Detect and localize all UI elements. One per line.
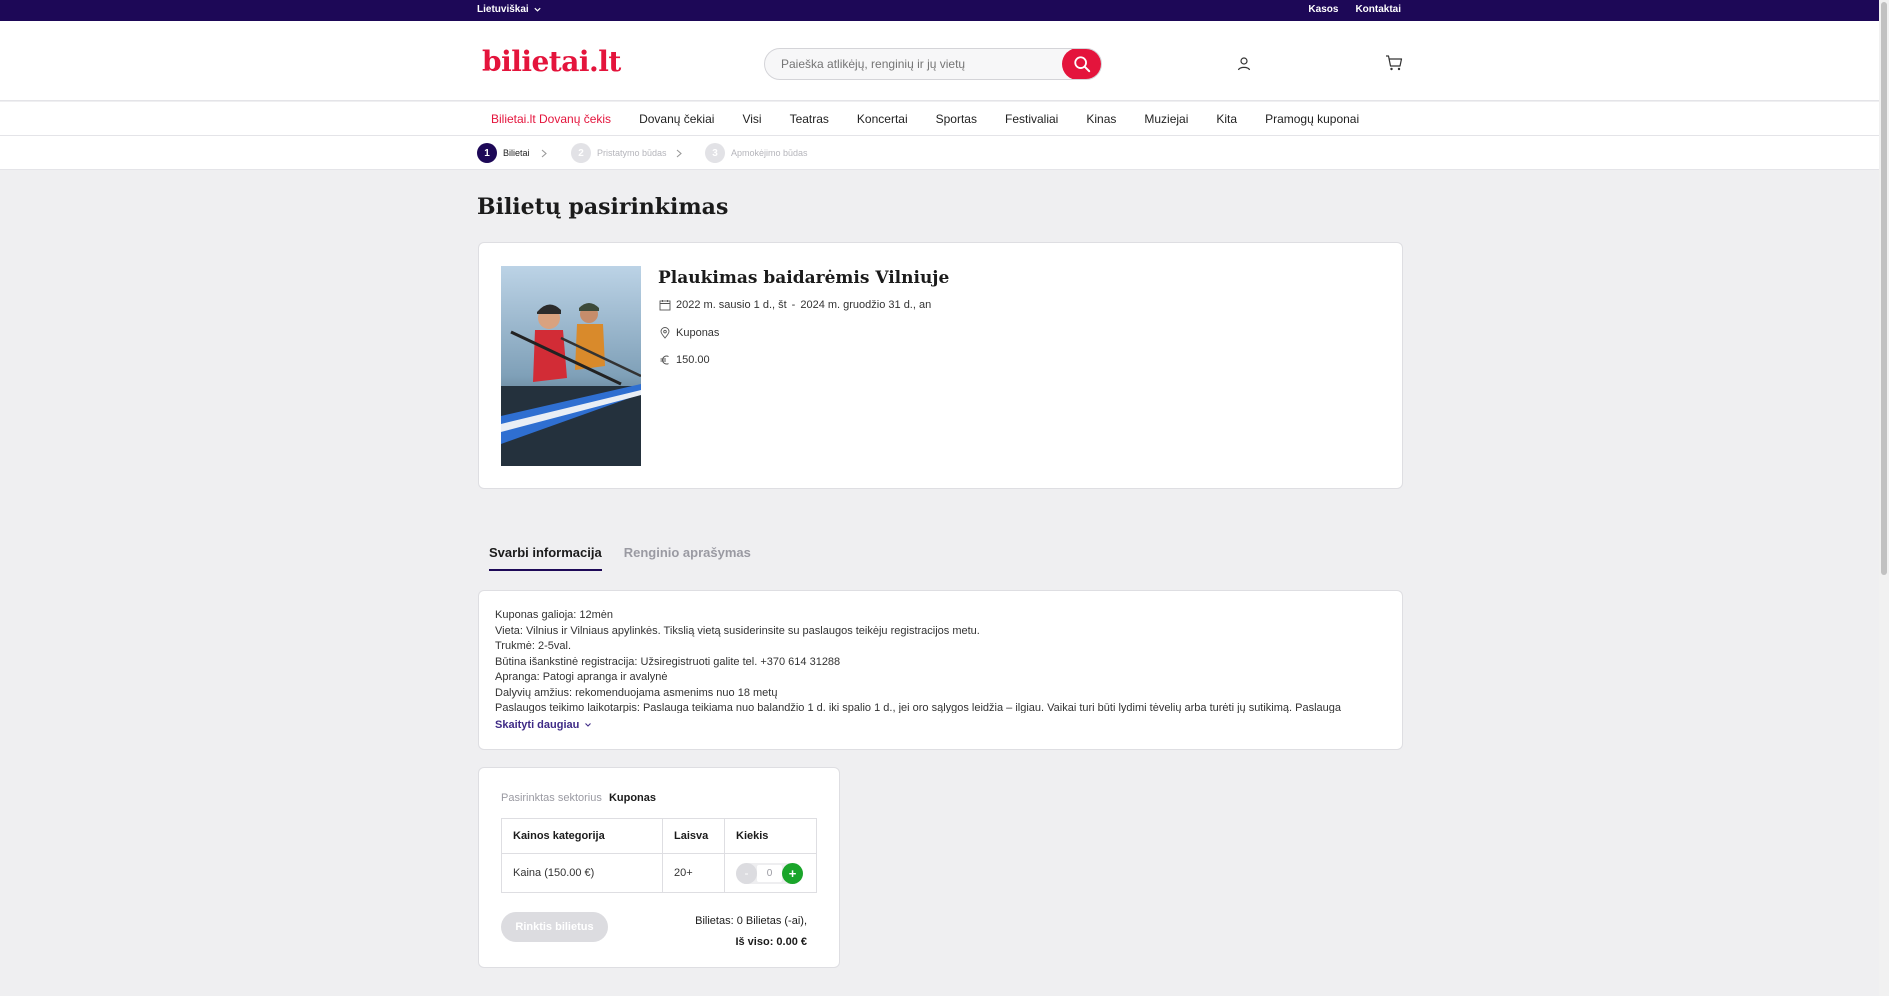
search-button[interactable] xyxy=(1062,49,1101,79)
logo-dot: . xyxy=(589,45,599,78)
step-delivery: 2 Pristatymo būdas xyxy=(571,143,667,163)
search-icon xyxy=(1074,56,1091,73)
chevron-right-icon xyxy=(541,149,547,158)
step-number: 3 xyxy=(705,143,725,163)
logo-tld: lt xyxy=(598,45,621,78)
price-category: Kaina (150.00 €) xyxy=(501,853,663,893)
quantity-cell: - 0 + xyxy=(724,853,817,893)
logo-text: bilietai xyxy=(482,45,590,78)
event-date-start: 2022 m. sausio 1 d., št xyxy=(676,299,787,311)
event-venue-label: Kuponas xyxy=(676,327,720,339)
kasos-link[interactable]: Kasos xyxy=(1308,4,1338,15)
nav-item-gift-check[interactable]: Bilietai.lt Dovanų čekis xyxy=(491,112,611,126)
language-label: Lietuviškai xyxy=(477,4,529,15)
event-price: 150.00 xyxy=(659,354,710,366)
chevron-right-icon xyxy=(676,149,682,158)
nav-item-museums[interactable]: Muziejai xyxy=(1144,112,1188,126)
top-bar: Lietuviškai Kasos Kontaktai xyxy=(0,0,1879,21)
site-header: bilietai.lt xyxy=(0,21,1879,101)
tab-event-description[interactable]: Renginio aprašymas xyxy=(624,545,751,571)
calendar-icon xyxy=(659,300,671,311)
order-summary: Bilietas: 0 Bilietas (-ai), Iš viso: 0.0… xyxy=(695,911,807,953)
step-label: Bilietai xyxy=(503,148,530,158)
nav-item-theatre[interactable]: Teatras xyxy=(790,112,829,126)
step-payment: 3 Apmokėjimo būdas xyxy=(705,143,808,163)
info-text: Kuponas galioja: 12mėn Vieta: Vilnius ir… xyxy=(495,608,1385,713)
chevron-down-icon xyxy=(534,7,541,12)
main-nav: Bilietai.lt Dovanų čekis Dovanų čekiai V… xyxy=(0,102,1879,136)
info-tabs: Svarbi informacija Renginio aprašymas xyxy=(489,545,751,571)
step-label: Pristatymo būdas xyxy=(597,148,667,158)
nav-item-concerts[interactable]: Koncertai xyxy=(857,112,908,126)
info-line: Dalyvių amžius: rekomenduojama asmenims … xyxy=(495,686,778,699)
ticket-selection-card: Pasirinktas sektorius Kuponas Kainos kat… xyxy=(478,767,840,968)
nav-item-festivals[interactable]: Festivaliai xyxy=(1005,112,1058,126)
info-line: Vieta: Vilnius ir Vilniaus apylinkės. Ti… xyxy=(495,624,980,637)
step-number: 2 xyxy=(571,143,591,163)
column-header: Laisva xyxy=(662,818,725,854)
quantity-value[interactable]: 0 xyxy=(757,864,782,882)
site-logo[interactable]: bilietai.lt xyxy=(482,45,621,78)
nav-item-all[interactable]: Visi xyxy=(742,112,761,126)
table-row: Kaina (150.00 €) 20+ - 0 + xyxy=(501,853,817,893)
nav-item-coupons[interactable]: Pramogų kuponai xyxy=(1265,112,1359,126)
euro-icon xyxy=(660,355,669,365)
selected-sector: Pasirinktas sektorius Kuponas xyxy=(501,792,656,804)
sector-label: Pasirinktas sektorius xyxy=(501,792,602,804)
user-icon[interactable] xyxy=(1236,56,1252,72)
nav-item-sports[interactable]: Sportas xyxy=(936,112,977,126)
event-date-separator: - xyxy=(791,299,796,311)
table-header-row: Kainos kategorija Laisva Kiekis xyxy=(501,818,817,854)
read-more-label: Skaityti daugiau xyxy=(495,719,580,731)
nav-item-gift-checks[interactable]: Dovanų čekiai xyxy=(639,112,714,126)
language-selector[interactable]: Lietuviškai xyxy=(477,4,542,15)
choose-tickets-button[interactable]: Rinktis bilietus xyxy=(501,912,608,942)
quantity-stepper: - 0 + xyxy=(736,862,803,884)
info-line: Apranga: Patogi apranga ir avalynė xyxy=(495,671,668,683)
column-header: Kiekis xyxy=(724,818,817,854)
info-line: Kuponas galioja: 12mėn xyxy=(495,609,614,621)
column-header: Kainos kategorija xyxy=(501,818,663,854)
price-table: Kainos kategorija Laisva Kiekis Kaina (1… xyxy=(501,818,817,893)
location-pin-icon xyxy=(660,327,670,339)
chevron-down-icon xyxy=(585,723,592,727)
tab-important-info[interactable]: Svarbi informacija xyxy=(489,545,602,571)
search-input[interactable] xyxy=(781,49,1051,79)
important-info-card: Kuponas galioja: 12mėn Vieta: Vilnius ir… xyxy=(478,590,1403,750)
event-dates: 2022 m. sausio 1 d., št - 2024 m. gruodž… xyxy=(659,299,931,311)
cart-icon[interactable] xyxy=(1385,54,1403,72)
info-line: Trukmė: 2-5val. xyxy=(495,640,572,652)
availability: 20+ xyxy=(662,853,725,893)
event-title: Plaukimas baidarėmis Vilniuje xyxy=(658,268,950,288)
sector-value: Kuponas xyxy=(608,792,656,804)
order-total: Iš viso: 0.00 € xyxy=(735,936,807,948)
increase-button[interactable]: + xyxy=(782,862,803,884)
nav-item-cinema[interactable]: Kinas xyxy=(1086,112,1116,126)
info-line: Paslaugos teikimo laikotarpis: Paslauga … xyxy=(495,702,1342,713)
decrease-button[interactable]: - xyxy=(736,862,757,884)
search-bar xyxy=(764,48,1102,80)
step-number: 1 xyxy=(477,143,497,163)
step-label: Apmokėjimo būdas xyxy=(731,148,808,158)
scrollbar-thumb[interactable] xyxy=(1881,2,1887,575)
nav-item-other[interactable]: Kita xyxy=(1216,112,1237,126)
event-date-end: 2024 m. gruodžio 31 d., an xyxy=(800,299,932,311)
page-title: Bilietų pasirinkimas xyxy=(477,194,729,220)
checkout-steps: 1 Bilietai 2 Pristatymo būdas 3 Apmokėji… xyxy=(0,136,1879,170)
info-line: Būtina išankstinė registracija: Užsiregi… xyxy=(495,655,841,668)
event-price-value: 150.00 xyxy=(676,354,710,366)
event-image xyxy=(501,266,641,466)
event-card: Plaukimas baidarėmis Vilniuje 2022 m. sa… xyxy=(478,242,1403,489)
ticket-count: Bilietas: 0 Bilietas (-ai), xyxy=(695,915,807,927)
contacts-link[interactable]: Kontaktai xyxy=(1355,4,1401,15)
event-venue: Kuponas xyxy=(659,327,719,339)
page-scrollbar[interactable] xyxy=(1879,0,1889,996)
read-more-link[interactable]: Skaityti daugiau xyxy=(495,719,592,731)
step-tickets: 1 Bilietai xyxy=(477,143,530,163)
